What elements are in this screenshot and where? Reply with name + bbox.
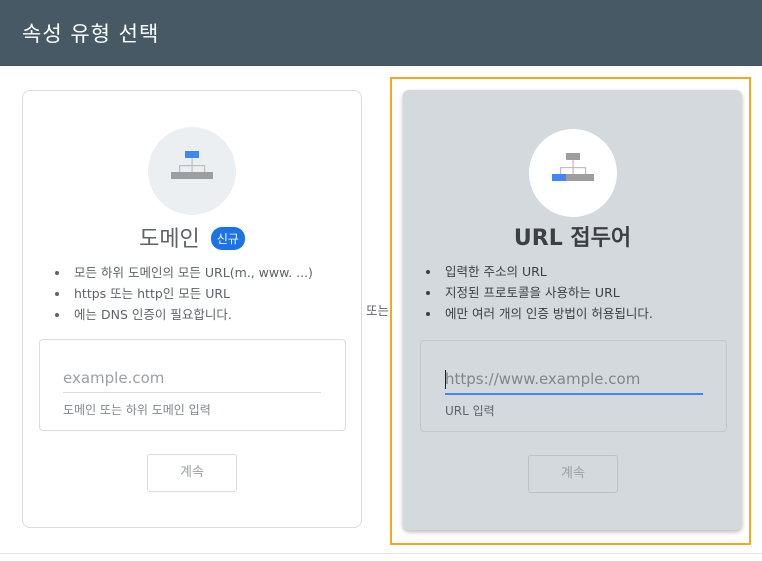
page-header: 속성 유형 선택	[0, 0, 762, 66]
domain-input[interactable]	[63, 364, 321, 393]
list-item: 모든 하위 도메인의 모든 URL(m., www. ...)	[70, 262, 313, 283]
domain-property-card[interactable]: 도메인 신규 모든 하위 도메인의 모든 URL(m., www. ...) h…	[22, 90, 362, 528]
url-helper-text: URL 입력	[445, 404, 495, 418]
url-bullet-list: 입력한 주소의 URL 지정된 프로토콜을 사용하는 URL 에만 여러 개의 …	[421, 261, 653, 324]
url-card-selection-outline: URL 접두어 입력한 주소의 URL 지정된 프로토콜을 사용하는 URL 에…	[390, 77, 751, 545]
list-item: 에만 여러 개의 인증 방법이 허용됩니다.	[441, 303, 653, 324]
text-cursor	[445, 370, 446, 389]
list-item: 입력한 주소의 URL	[441, 261, 653, 282]
domain-continue-button[interactable]: 계속	[147, 454, 237, 492]
url-continue-button[interactable]: 계속	[528, 455, 618, 493]
domain-card-title: 도메인 신규	[23, 221, 361, 253]
url-icon-circle	[529, 129, 617, 217]
bottom-divider	[0, 553, 762, 554]
domain-input-box: 도메인 또는 하위 도메인 입력	[39, 339, 346, 431]
list-item: 지정된 프로토콜을 사용하는 URL	[441, 282, 653, 303]
sitemap-icon	[552, 153, 594, 181]
url-prefix-property-card[interactable]: URL 접두어 입력한 주소의 URL 지정된 프로토콜을 사용하는 URL 에…	[403, 90, 742, 530]
domain-bullet-list: 모든 하위 도메인의 모든 URL(m., www. ...) https 또는…	[50, 262, 313, 325]
url-input[interactable]	[445, 365, 703, 395]
domain-icon-circle	[148, 127, 236, 215]
or-separator: 또는	[366, 303, 390, 318]
sitemap-icon	[171, 151, 213, 179]
list-item: 에는 DNS 인증이 필요합니다.	[70, 304, 313, 325]
url-card-title: URL 접두어	[513, 226, 632, 251]
domain-title-text: 도메인	[139, 227, 200, 252]
list-item: https 또는 http인 모든 URL	[70, 283, 313, 304]
new-badge: 신규	[210, 227, 245, 250]
domain-helper-text: 도메인 또는 하위 도메인 입력	[63, 403, 211, 417]
url-input-box: URL 입력	[420, 340, 727, 432]
page-title: 속성 유형 선택	[22, 22, 160, 46]
